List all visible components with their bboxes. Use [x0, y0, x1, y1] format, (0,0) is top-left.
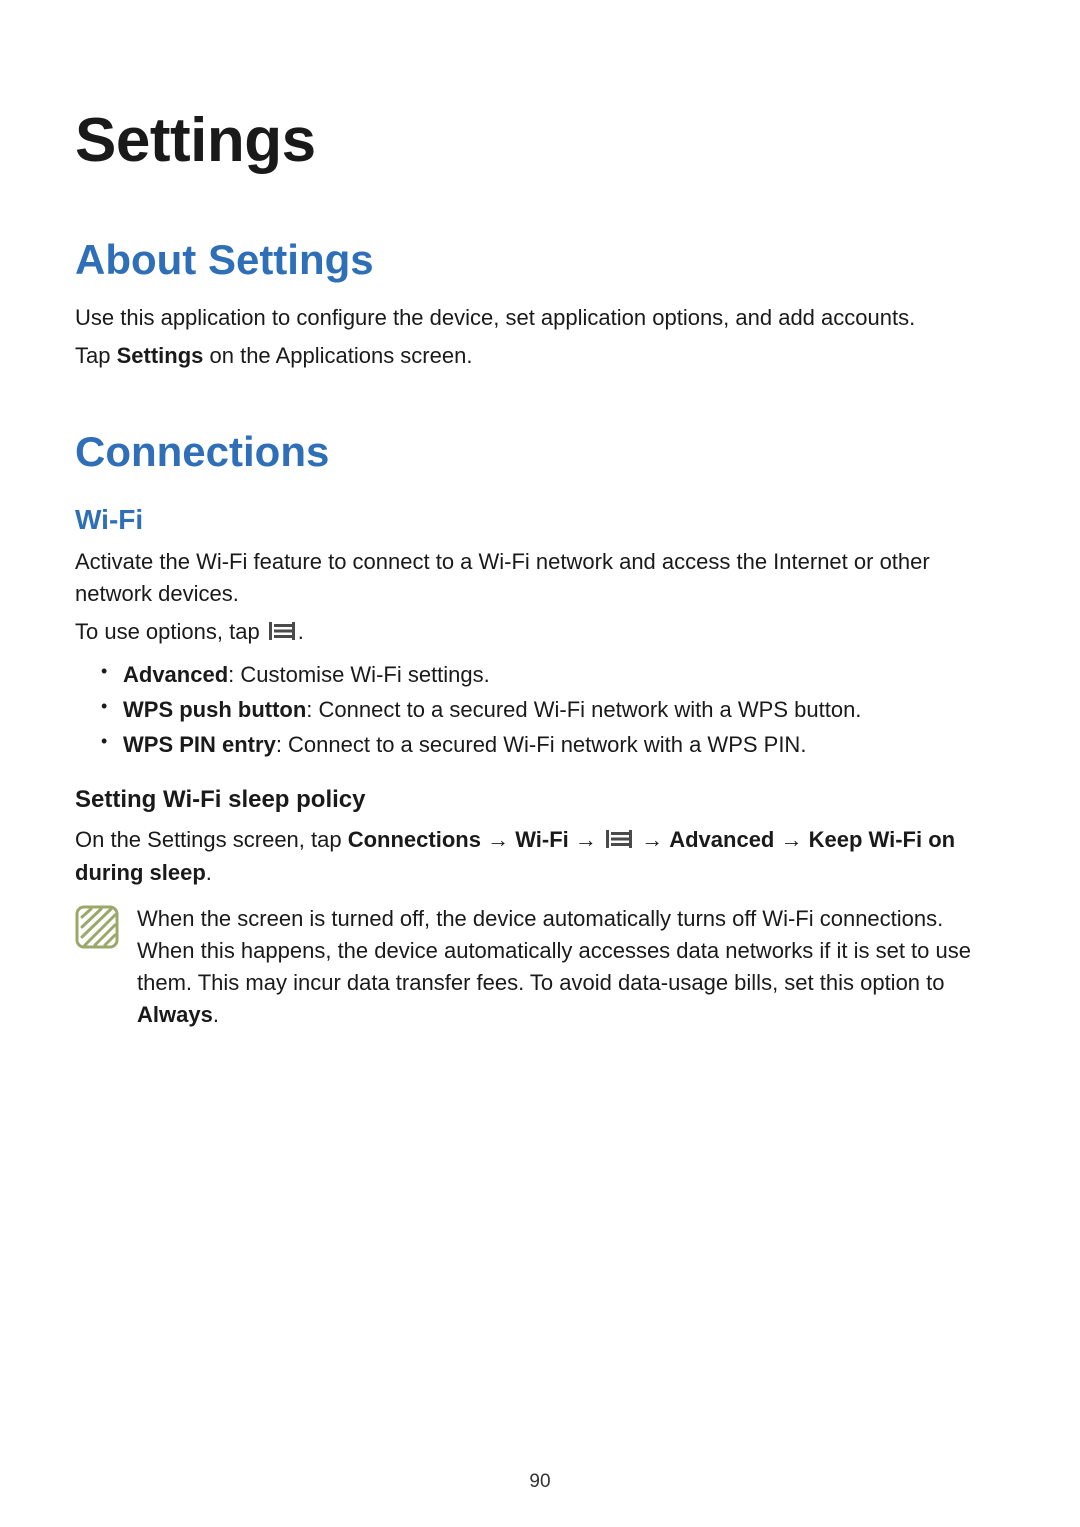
manual-page: Settings About Settings Use this applica… — [0, 0, 1080, 1527]
text: : Connect to a secured Wi-Fi network wit… — [276, 732, 807, 757]
path-wifi: Wi-Fi — [515, 827, 569, 852]
note-block: When the screen is turned off, the devic… — [75, 903, 1005, 1031]
option-wps-pin: WPS PIN entry — [123, 732, 276, 757]
option-wps-push: WPS push button — [123, 697, 306, 722]
subsection-wifi: Wi-Fi — [75, 504, 1005, 536]
arrow: → — [635, 827, 669, 852]
menu-icon — [606, 825, 632, 857]
list-item: Advanced: Customise Wi-Fi settings. — [101, 657, 1005, 692]
section-connections: Connections — [75, 428, 1005, 476]
bold-settings: Settings — [117, 343, 204, 368]
about-tap-settings: Tap Settings on the Applications screen. — [75, 340, 1005, 372]
note-always: Always — [137, 1002, 213, 1027]
arrow: → — [569, 827, 603, 852]
wifi-sleep-path: On the Settings screen, tap Connections … — [75, 824, 1005, 889]
path-connections: Connections — [348, 827, 481, 852]
about-desc: Use this application to configure the de… — [75, 302, 1005, 334]
option-advanced: Advanced — [123, 662, 228, 687]
arrow: → — [774, 827, 808, 852]
wifi-options-line: To use options, tap . — [75, 616, 1005, 649]
text: . — [298, 619, 304, 644]
arrow: → — [481, 827, 515, 852]
list-item: WPS push button: Connect to a secured Wi… — [101, 692, 1005, 727]
text: . — [206, 860, 212, 885]
list-item: WPS PIN entry: Connect to a secured Wi-F… — [101, 727, 1005, 762]
wifi-desc: Activate the Wi-Fi feature to connect to… — [75, 546, 1005, 610]
note-text: When the screen is turned off, the devic… — [137, 903, 1005, 1031]
path-advanced: Advanced — [669, 827, 774, 852]
note-icon — [75, 905, 119, 954]
page-number: 90 — [0, 1471, 1080, 1493]
text: : Connect to a secured Wi-Fi network wit… — [306, 697, 861, 722]
text: : Customise Wi-Fi settings. — [228, 662, 490, 687]
chapter-title: Settings — [75, 105, 1005, 176]
wifi-options-list: Advanced: Customise Wi-Fi settings. WPS … — [101, 657, 1005, 763]
text: When the screen is turned off, the devic… — [137, 906, 971, 995]
text: . — [213, 1002, 219, 1027]
menu-icon — [269, 617, 295, 649]
text: on the Applications screen. — [203, 343, 472, 368]
text: Tap — [75, 343, 117, 368]
text: On the Settings screen, tap — [75, 827, 348, 852]
section-about-settings: About Settings — [75, 236, 1005, 284]
text: To use options, tap — [75, 619, 266, 644]
subheading-wifi-sleep-policy: Setting Wi-Fi sleep policy — [75, 786, 1005, 814]
